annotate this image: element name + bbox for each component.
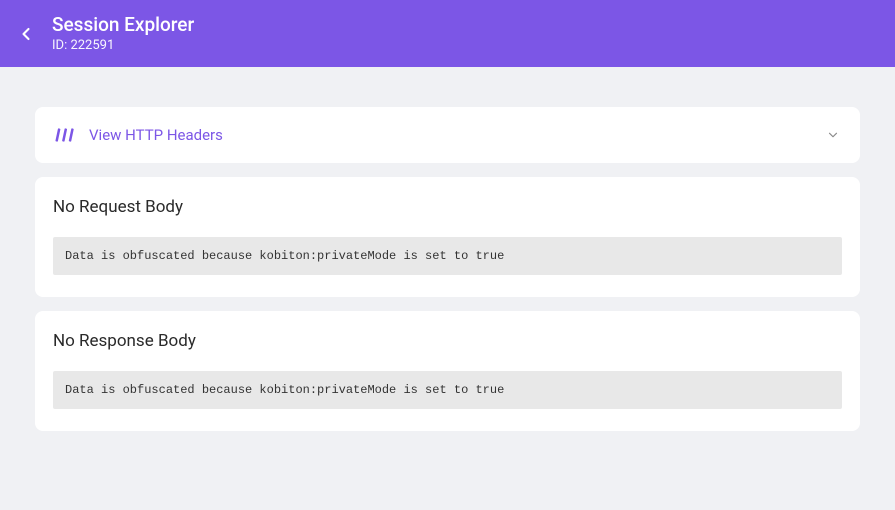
view-http-headers-panel[interactable]: View HTTP Headers: [35, 107, 860, 163]
page-title: Session Explorer: [52, 13, 194, 38]
session-id-label: ID: 222591: [52, 38, 194, 54]
chevron-left-icon: [16, 24, 36, 44]
chevron-down-icon: [826, 128, 840, 142]
app-header: Session Explorer ID: 222591: [0, 0, 895, 67]
request-body-title: No Request Body: [53, 197, 842, 217]
request-body-message: Data is obfuscated because kobiton:priva…: [53, 237, 842, 275]
network-icon: [55, 125, 75, 145]
response-body-message: Data is obfuscated because kobiton:priva…: [53, 371, 842, 409]
main-content: View HTTP Headers No Request Body Data i…: [0, 67, 895, 431]
view-http-headers-label: View HTTP Headers: [89, 126, 826, 144]
response-body-card: No Response Body Data is obfuscated beca…: [35, 311, 860, 431]
response-body-title: No Response Body: [53, 331, 842, 351]
request-body-card: No Request Body Data is obfuscated becau…: [35, 177, 860, 297]
header-titles: Session Explorer ID: 222591: [52, 13, 194, 53]
back-button[interactable]: [16, 24, 36, 44]
